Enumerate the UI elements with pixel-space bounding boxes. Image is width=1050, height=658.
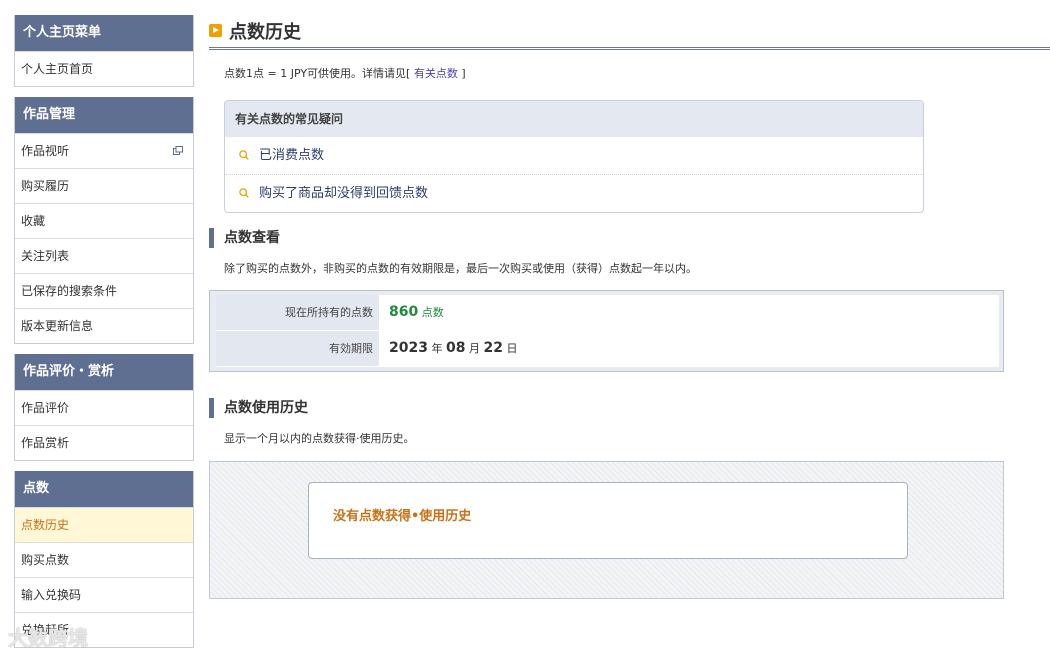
faq-item-consumed-points[interactable]: 已消费点数 bbox=[225, 137, 923, 174]
external-window-icon bbox=[173, 146, 183, 155]
expiry-month: 08 bbox=[445, 340, 466, 356]
faq-title: 有关点数的常见疑问 bbox=[225, 101, 923, 137]
search-question-icon bbox=[239, 188, 249, 198]
faq-item-no-reward-points[interactable]: 购买了商品却没得到回馈点数 bbox=[225, 174, 923, 212]
sidebar-item-label: 作品视听 bbox=[21, 144, 70, 158]
points-table: 现在所持有的点数 860 点数 有効期限 2023 年 08 月 22 日 bbox=[216, 295, 999, 367]
search-question-icon bbox=[239, 150, 249, 160]
points-check-title: 点数查看 bbox=[209, 228, 280, 248]
main-content: 点数历史 点数1点 = 1 JPY可供使用。详情请见[ 有关点数 ] 有关点数的… bbox=[209, 15, 1050, 599]
about-points-link[interactable]: 有关点数 bbox=[414, 67, 458, 80]
points-history-box: 没有点数获得•使用历史 bbox=[209, 461, 1004, 599]
points-history-desc: 显示一个月以内的点数获得·使用历史。 bbox=[224, 432, 415, 445]
watermark: 大数跨境 bbox=[8, 626, 88, 650]
points-current-row: 现在所持有的点数 860 点数 bbox=[216, 295, 999, 330]
faq-item-label: 购买了商品却没得到回馈点数 bbox=[259, 186, 429, 201]
expiry-year: 2023 bbox=[389, 340, 428, 356]
sidebar: 个人主页菜单 个人主页首页 作品管理 作品视听 购买履历 收藏 关注列表 已保存… bbox=[14, 15, 194, 658]
sidebar-item-appreciation[interactable]: 作品赏析 bbox=[15, 425, 193, 460]
sidebar-item-saved-searches[interactable]: 已保存的搜索条件 bbox=[15, 273, 193, 308]
sidebar-item-points-history[interactable]: 点数历史 bbox=[15, 507, 193, 542]
current-points-unit: 点数 bbox=[421, 306, 444, 319]
sidebar-item-version-info[interactable]: 版本更新信息 bbox=[15, 308, 193, 343]
points-history-title: 点数使用历史 bbox=[209, 398, 308, 418]
expiry-day-unit: 日 bbox=[506, 342, 518, 355]
faq-item-label: 已消费点数 bbox=[259, 148, 325, 163]
expiry-month-unit: 月 bbox=[468, 342, 480, 355]
points-note: 点数1点 = 1 JPY可供使用。详情请见[ 有关点数 ] bbox=[224, 65, 466, 81]
sidebar-item-purchase-history[interactable]: 购买履历 bbox=[15, 168, 193, 203]
expiry-year-unit: 年 bbox=[431, 342, 443, 355]
sidebar-group-works: 作品管理 作品视听 购买履历 收藏 关注列表 已保存的搜索条件 版本更新信息 bbox=[14, 97, 194, 344]
sidebar-item-favorites[interactable]: 收藏 bbox=[15, 203, 193, 238]
sidebar-item-reviews[interactable]: 作品评价 bbox=[15, 390, 193, 425]
points-note-text: 点数1点 = 1 JPY可供使用。详情请见[ bbox=[224, 67, 411, 80]
points-expiry-row: 有効期限 2023 年 08 月 22 日 bbox=[216, 330, 999, 366]
sidebar-group-title: 个人主页菜单 bbox=[15, 15, 193, 51]
empty-history-panel: 没有点数获得•使用历史 bbox=[308, 482, 908, 559]
expiry-label: 有効期限 bbox=[216, 331, 379, 366]
play-box-icon bbox=[209, 24, 222, 37]
current-points-label: 现在所持有的点数 bbox=[216, 295, 379, 330]
sidebar-group-reviews: 作品评价・赏析 作品评价 作品赏析 bbox=[14, 354, 194, 461]
expiry-day: 22 bbox=[483, 340, 503, 356]
points-note-suffix: ] bbox=[461, 67, 466, 80]
sidebar-item-home[interactable]: 个人主页首页 bbox=[15, 51, 193, 86]
expiry-value: 2023 年 08 月 22 日 bbox=[379, 331, 517, 366]
points-summary-box: 现在所持有的点数 860 点数 有効期限 2023 年 08 月 22 日 bbox=[209, 290, 1004, 372]
empty-history-message: 没有点数获得•使用历史 bbox=[333, 509, 472, 524]
page-title: 点数历史 bbox=[209, 15, 1050, 50]
sidebar-item-buy-points[interactable]: 购买点数 bbox=[15, 542, 193, 577]
sidebar-group-home: 个人主页菜单 个人主页首页 bbox=[14, 15, 194, 87]
sidebar-item-viewing[interactable]: 作品视听 bbox=[15, 133, 193, 168]
current-points-number: 860 bbox=[389, 304, 419, 320]
sidebar-item-follow-list[interactable]: 关注列表 bbox=[15, 238, 193, 273]
sidebar-group-title: 点数 bbox=[15, 471, 193, 507]
sidebar-group-title: 作品管理 bbox=[15, 97, 193, 133]
faq-box: 有关点数的常见疑问 已消费点数 购买了商品却没得到回馈点数 bbox=[224, 100, 924, 213]
points-check-desc: 除了购买的点数外，非购买的点数的有效期限是，最后一次购买或使用（获得）点数起一年… bbox=[224, 262, 697, 275]
page-title-text: 点数历史 bbox=[229, 22, 301, 43]
current-points-value: 860 点数 bbox=[379, 295, 444, 330]
sidebar-item-redeem-code[interactable]: 输入兑换码 bbox=[15, 577, 193, 612]
sidebar-group-title: 作品评价・赏析 bbox=[15, 354, 193, 390]
